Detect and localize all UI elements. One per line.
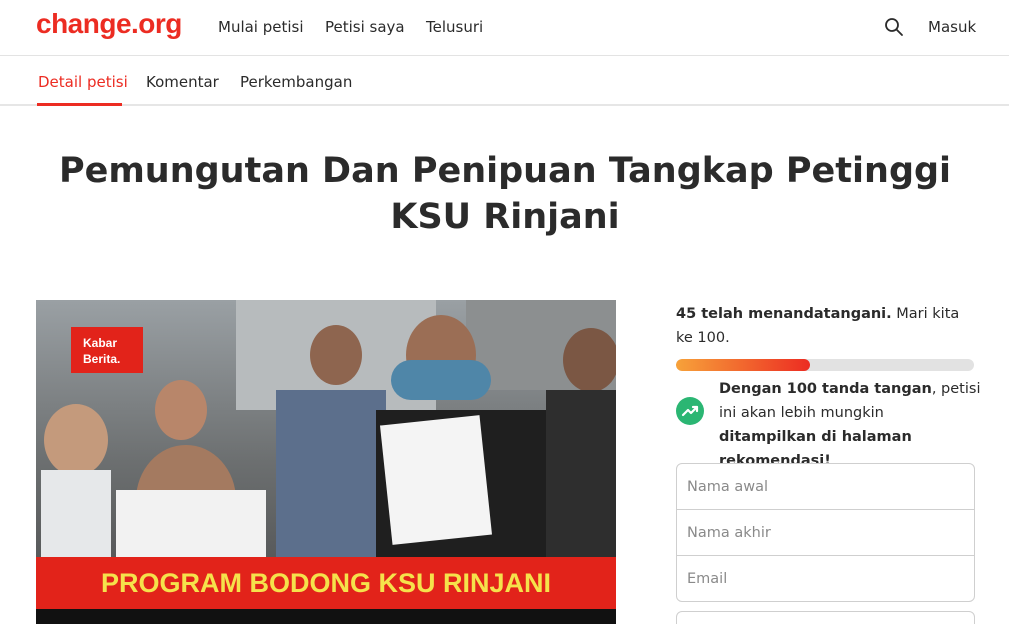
nav-my-petitions[interactable]: Petisi saya [325,18,405,36]
tab-updates[interactable]: Perkembangan [240,73,352,91]
email-input[interactable] [676,555,975,602]
signature-count: 45 telah menandatangani. Mari kita ke 10… [676,302,976,350]
login-link[interactable]: Masuk [928,18,976,36]
petition-photo: Kabar Berita. PROGRAM BODONG KSU RINJANI [36,300,616,624]
signature-count-number: 45 telah menandatangani. [676,306,892,322]
promo-goal-text: Dengan 100 tanda tangan [719,381,932,397]
featured-promo-text: Dengan 100 tanda tangan, petisi ini akan… [719,377,981,473]
nav-start-petition[interactable]: Mulai petisi [218,18,304,36]
active-tab-indicator [37,103,122,106]
trending-up-icon [676,397,704,425]
signature-progress-bar [676,359,974,371]
next-form-field[interactable] [676,611,975,624]
change-org-logo[interactable]: change.org [36,8,182,40]
tab-petition-details[interactable]: Detail petisi [38,73,128,91]
tab-comments[interactable]: Komentar [146,73,219,91]
first-name-input[interactable] [676,463,975,510]
signature-progress-fill [676,359,811,371]
last-name-input[interactable] [676,509,975,556]
petition-tabs: Detail petisi Komentar Perkembangan [0,56,1009,106]
petition-image: Kabar Berita. PROGRAM BODONG KSU RINJANI [36,300,616,624]
top-navbar: change.org Mulai petisi Petisi saya Telu… [0,0,1009,56]
search-icon[interactable] [884,17,904,37]
image-banner-text: PROGRAM BODONG KSU RINJANI [101,568,551,598]
svg-text:Berita.: Berita. [83,352,120,366]
petition-title: Pemungutan Dan Penipuan Tangkap Petinggi… [58,151,952,237]
image-badge-text: Kabar [83,336,117,350]
nav-browse[interactable]: Telusuri [426,18,483,36]
